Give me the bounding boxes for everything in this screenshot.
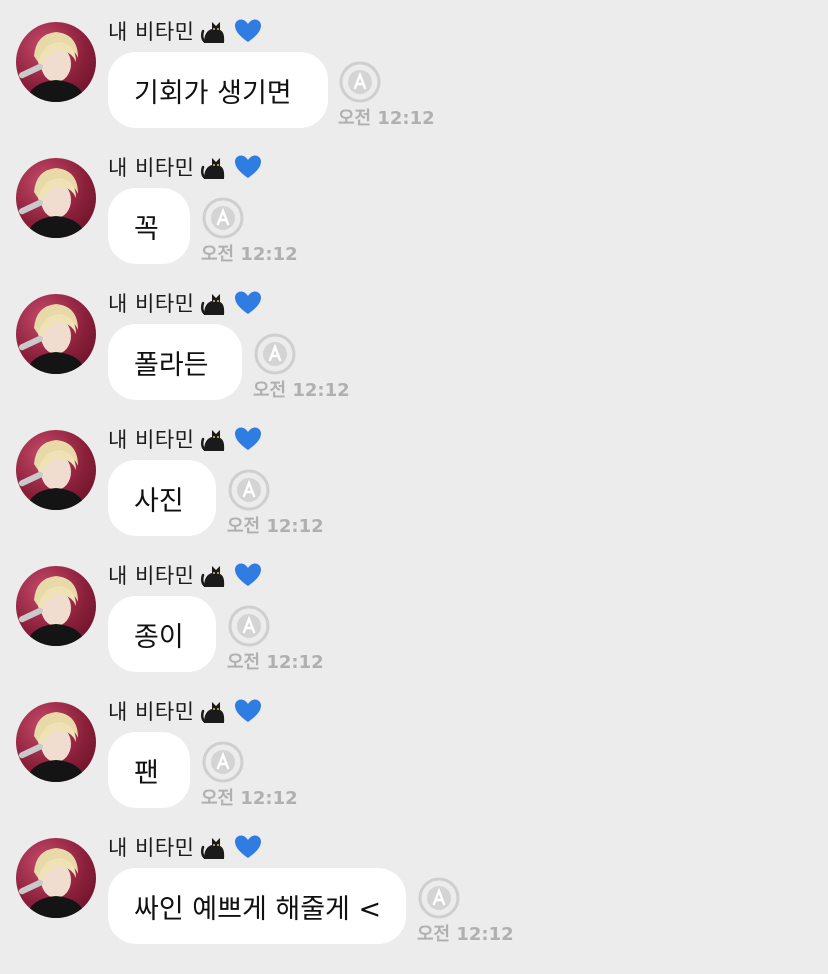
chat-message: 내 비타민 꼭 오전 12:12	[0, 136, 828, 266]
blue-heart-icon	[234, 17, 262, 45]
chat-message: 내 비타민 팬 오전 12:12	[0, 680, 828, 810]
message-bubble[interactable]: 싸인 예쁘게 해줄게 <	[108, 868, 406, 944]
message-timestamp: 오전 12:12	[201, 244, 298, 265]
message-text: 사진	[134, 485, 184, 517]
black-cat-icon	[200, 561, 228, 589]
message-meta: 오전 12:12	[227, 468, 327, 537]
chat-message: 내 비타민 싸인 예쁘게 해줄게 < 오전 12:12	[0, 816, 828, 946]
black-cat-icon	[200, 17, 228, 45]
message-meta: 오전 12:12	[201, 740, 301, 809]
message-meta: 오전 12:12	[253, 332, 353, 401]
translate-icon[interactable]	[338, 60, 382, 104]
message-timestamp: 오전 12:12	[227, 652, 324, 673]
sender-name: 내 비타민	[108, 700, 195, 724]
message-bubble[interactable]: 종이	[108, 596, 216, 672]
sender-header: 내 비타민	[108, 286, 262, 320]
sender-name: 내 비타민	[108, 20, 195, 44]
message-bubble[interactable]: 폴라든	[108, 324, 242, 400]
chat-message-list: 내 비타민 기회가 생기면 오전 12:12 내 비타민 꼭 오전 12:12 …	[0, 0, 828, 974]
message-meta: 오전 12:12	[417, 876, 517, 945]
message-timestamp: 오전 12:12	[417, 924, 514, 945]
black-cat-icon	[200, 697, 228, 725]
message-text: 싸인 예쁘게 해줄게 <	[134, 893, 382, 925]
sender-avatar[interactable]	[16, 566, 96, 646]
sender-header: 내 비타민	[108, 694, 262, 728]
message-text: 꼭	[134, 213, 159, 245]
black-cat-icon	[200, 833, 228, 861]
message-text: 폴라든	[134, 349, 209, 381]
blue-heart-icon	[234, 833, 262, 861]
sender-name: 내 비타민	[108, 156, 195, 180]
message-timestamp: 오전 12:12	[338, 108, 435, 129]
sender-avatar[interactable]	[16, 430, 96, 510]
translate-icon[interactable]	[253, 332, 297, 376]
sender-header: 내 비타민	[108, 422, 262, 456]
blue-heart-icon	[234, 289, 262, 317]
sender-name: 내 비타민	[108, 564, 195, 588]
sender-header: 내 비타민	[108, 14, 262, 48]
blue-heart-icon	[234, 561, 262, 589]
translate-icon[interactable]	[227, 604, 271, 648]
translate-icon[interactable]	[201, 196, 245, 240]
message-meta: 오전 12:12	[338, 60, 438, 129]
chat-message: 내 비타민 기회가 생기면 오전 12:12	[0, 0, 828, 130]
translate-icon[interactable]	[227, 468, 271, 512]
sender-header: 내 비타민	[108, 558, 262, 592]
sender-name: 내 비타민	[108, 836, 195, 860]
sender-avatar[interactable]	[16, 838, 96, 918]
message-bubble[interactable]: 꼭	[108, 188, 190, 264]
sender-avatar[interactable]	[16, 158, 96, 238]
sender-name: 내 비타민	[108, 292, 195, 316]
chat-message: 내 비타민 폴라든 오전 12:12	[0, 272, 828, 402]
message-bubble[interactable]: 사진	[108, 460, 216, 536]
sender-avatar[interactable]	[16, 702, 96, 782]
sender-name: 내 비타민	[108, 428, 195, 452]
message-text: 팬	[134, 757, 159, 789]
message-meta: 오전 12:12	[227, 604, 327, 673]
message-timestamp: 오전 12:12	[201, 788, 298, 809]
sender-header: 내 비타민	[108, 830, 262, 864]
chat-message: 내 비타민 사진 오전 12:12	[0, 408, 828, 538]
message-text: 종이	[134, 621, 184, 653]
sender-avatar[interactable]	[16, 22, 96, 102]
translate-icon[interactable]	[417, 876, 461, 920]
message-timestamp: 오전 12:12	[227, 516, 324, 537]
black-cat-icon	[200, 289, 228, 317]
blue-heart-icon	[234, 697, 262, 725]
black-cat-icon	[200, 425, 228, 453]
sender-header: 내 비타민	[108, 150, 262, 184]
message-meta: 오전 12:12	[201, 196, 301, 265]
blue-heart-icon	[234, 153, 262, 181]
sender-avatar[interactable]	[16, 294, 96, 374]
message-bubble[interactable]: 팬	[108, 732, 190, 808]
message-text: 기회가 생기면	[134, 77, 292, 109]
translate-icon[interactable]	[201, 740, 245, 784]
message-bubble[interactable]: 기회가 생기면	[108, 52, 328, 128]
chat-message: 내 비타민 종이 오전 12:12	[0, 544, 828, 674]
message-timestamp: 오전 12:12	[253, 380, 350, 401]
black-cat-icon	[200, 153, 228, 181]
blue-heart-icon	[234, 425, 262, 453]
